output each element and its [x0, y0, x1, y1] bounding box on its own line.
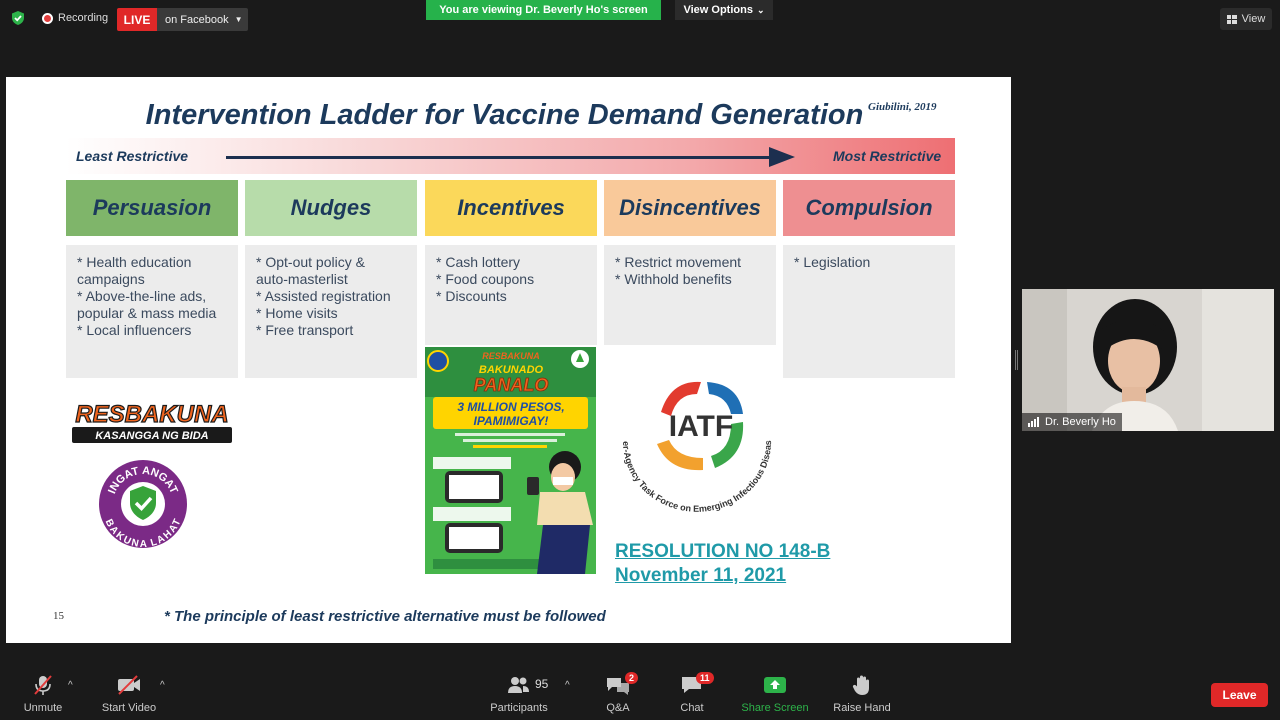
list-item: * Opt-out policy & [256, 254, 365, 270]
slide-title: Intervention Ladder for Vaccine Demand G… [145, 99, 864, 131]
list-item: * Legislation [794, 254, 871, 270]
category-disincentives: Disincentives [604, 180, 776, 236]
list-item: * Free transport [256, 322, 354, 338]
shield-check-icon[interactable] [10, 10, 26, 26]
page-number: 15 [53, 610, 64, 622]
raise-hand-label: Raise Hand [833, 702, 891, 714]
list-item: * Discounts [436, 288, 507, 304]
list-item: * Assisted registration [256, 288, 391, 304]
participant-name-tag: Dr. Beverly Ho [1022, 413, 1122, 431]
signal-strength-icon [1028, 417, 1040, 427]
compulsion-items: * Legislation [783, 245, 955, 378]
resbakuna-tagline: KASANGGA NG BIDA [95, 430, 208, 442]
resbakuna-wordmark: RESBAKUNA [75, 401, 228, 428]
list-item: * Food coupons [436, 271, 535, 287]
viewing-banner: You are viewing Dr. Beverly Ho's screen [426, 0, 661, 20]
start-video-label: Start Video [101, 702, 157, 714]
chat-button[interactable]: Chat [672, 660, 712, 720]
view-button[interactable]: View [1220, 8, 1272, 30]
resolution-link[interactable]: RESOLUTION NO 148-B November 11, 2021 [615, 540, 830, 588]
category-persuasion: Persuasion [66, 180, 238, 236]
unmute-button[interactable]: Unmute [18, 660, 68, 720]
list-item: popular & mass media [77, 305, 217, 321]
qa-button[interactable]: Q&A [598, 660, 638, 720]
unmute-label: Unmute [23, 702, 63, 714]
caret-down-icon: ▼ [234, 15, 243, 24]
participant-name: Dr. Beverly Ho [1045, 416, 1116, 428]
record-dot-icon [42, 12, 53, 24]
poster-headline2: PANALO [474, 375, 549, 395]
grid-icon [1226, 14, 1237, 24]
camera-off-icon [118, 675, 140, 695]
most-restrictive-label: Most Restrictive [833, 148, 942, 164]
poster-top-text: RESBAKUNA [482, 351, 540, 361]
category-incentives: Incentives [425, 180, 597, 236]
participants-label: Participants [490, 702, 548, 714]
live-badge[interactable]: LIVE [117, 8, 157, 31]
qa-label: Q&A [606, 702, 630, 714]
footnote: * The principle of least restrictive alt… [164, 608, 606, 625]
view-label: View [1241, 13, 1266, 25]
microphone-muted-icon [34, 675, 52, 695]
audio-options-caret-icon[interactable]: ^ [68, 680, 73, 691]
chat-label: Chat [680, 702, 704, 714]
list-item: * Local influencers [77, 322, 192, 338]
start-video-button[interactable]: Start Video [98, 660, 160, 720]
share-screen-label: Share Screen [741, 702, 809, 714]
live-destination-dropdown[interactable]: on Facebook ▼ [157, 8, 248, 31]
list-item: auto-masterlist [256, 271, 348, 287]
disincentives-items: * Restrict movement * Withhold benefits [604, 245, 776, 345]
category-nudges: Nudges [245, 180, 417, 236]
arrow-line [226, 156, 776, 159]
poster-banner2: IPAMIMIGAY! [474, 414, 549, 428]
list-item: * Cash lottery [436, 254, 521, 270]
shared-slide: Intervention Ladder for Vaccine Demand G… [6, 77, 1011, 643]
list-item: * Home visits [256, 305, 338, 321]
participant-video-tile[interactable]: Dr. Beverly Ho [1022, 289, 1274, 431]
chat-badge: 11 [696, 672, 714, 684]
iatf-center-text: IATF [669, 410, 733, 443]
view-options-label: View Options [683, 4, 753, 16]
ingat-angat-badge: INGAT ANGAT BAKUNA LAHAT [99, 460, 187, 549]
participants-icon [508, 677, 529, 693]
resolution-line1: RESOLUTION NO 148-B [615, 541, 831, 562]
leave-button[interactable]: Leave [1211, 683, 1268, 707]
nudges-items: * Opt-out policy & auto-masterlist * Ass… [245, 245, 417, 378]
category-compulsion: Compulsion [783, 180, 955, 236]
share-screen-icon [764, 677, 786, 693]
view-options-button[interactable]: View Options ⌄ [675, 0, 773, 20]
least-restrictive-label: Least Restrictive [76, 148, 189, 164]
panel-resize-handle[interactable] [1015, 350, 1018, 370]
list-item: * Health education [77, 254, 192, 270]
list-item: campaigns [77, 271, 145, 287]
chevron-down-icon: ⌄ [756, 4, 765, 15]
video-options-caret-icon[interactable]: ^ [160, 680, 165, 691]
arrow-head-icon [769, 147, 795, 167]
resolution-line2: November 11, 2021 [615, 565, 787, 586]
recording-indicator[interactable]: Recording [42, 12, 108, 24]
raise-hand-icon [852, 675, 869, 695]
resbakuna-logo: RESBAKUNA KASANGGA NG BIDA [72, 400, 232, 443]
bakunado-panalo-poster: RESBAKUNA BAKUNADO PANALO 3 MILLION PESO… [425, 347, 596, 574]
incentives-items: * Cash lottery * Food coupons * Discount… [425, 245, 597, 345]
citation: Giubilini, 2019 [868, 101, 937, 113]
raise-hand-button[interactable]: Raise Hand [832, 660, 892, 720]
persuasion-items: * Health education campaigns * Above-the… [66, 245, 238, 378]
iatf-logo: IATF Inter-Agency Task Force on Emerging… [611, 372, 773, 514]
meeting-toolbar: Unmute ^ Start Video ^ Participants 95 ^… [0, 660, 1280, 720]
live-destination-label: on Facebook [165, 13, 229, 26]
participant-video-feed [1022, 289, 1274, 431]
list-item: * Restrict movement [615, 254, 742, 270]
participants-count: 95 [535, 677, 549, 691]
list-item: * Withhold benefits [615, 271, 732, 287]
poster-banner1: 3 MILLION PESOS, [457, 400, 564, 414]
share-screen-button[interactable]: Share Screen [740, 660, 810, 720]
top-bar: Recording LIVE on Facebook ▼ You are vie… [0, 0, 1280, 38]
recording-label: Recording [58, 12, 109, 24]
participants-options-caret-icon[interactable]: ^ [565, 680, 570, 691]
list-item: * Above-the-line ads, [77, 288, 207, 304]
qa-badge: 2 [625, 672, 639, 684]
